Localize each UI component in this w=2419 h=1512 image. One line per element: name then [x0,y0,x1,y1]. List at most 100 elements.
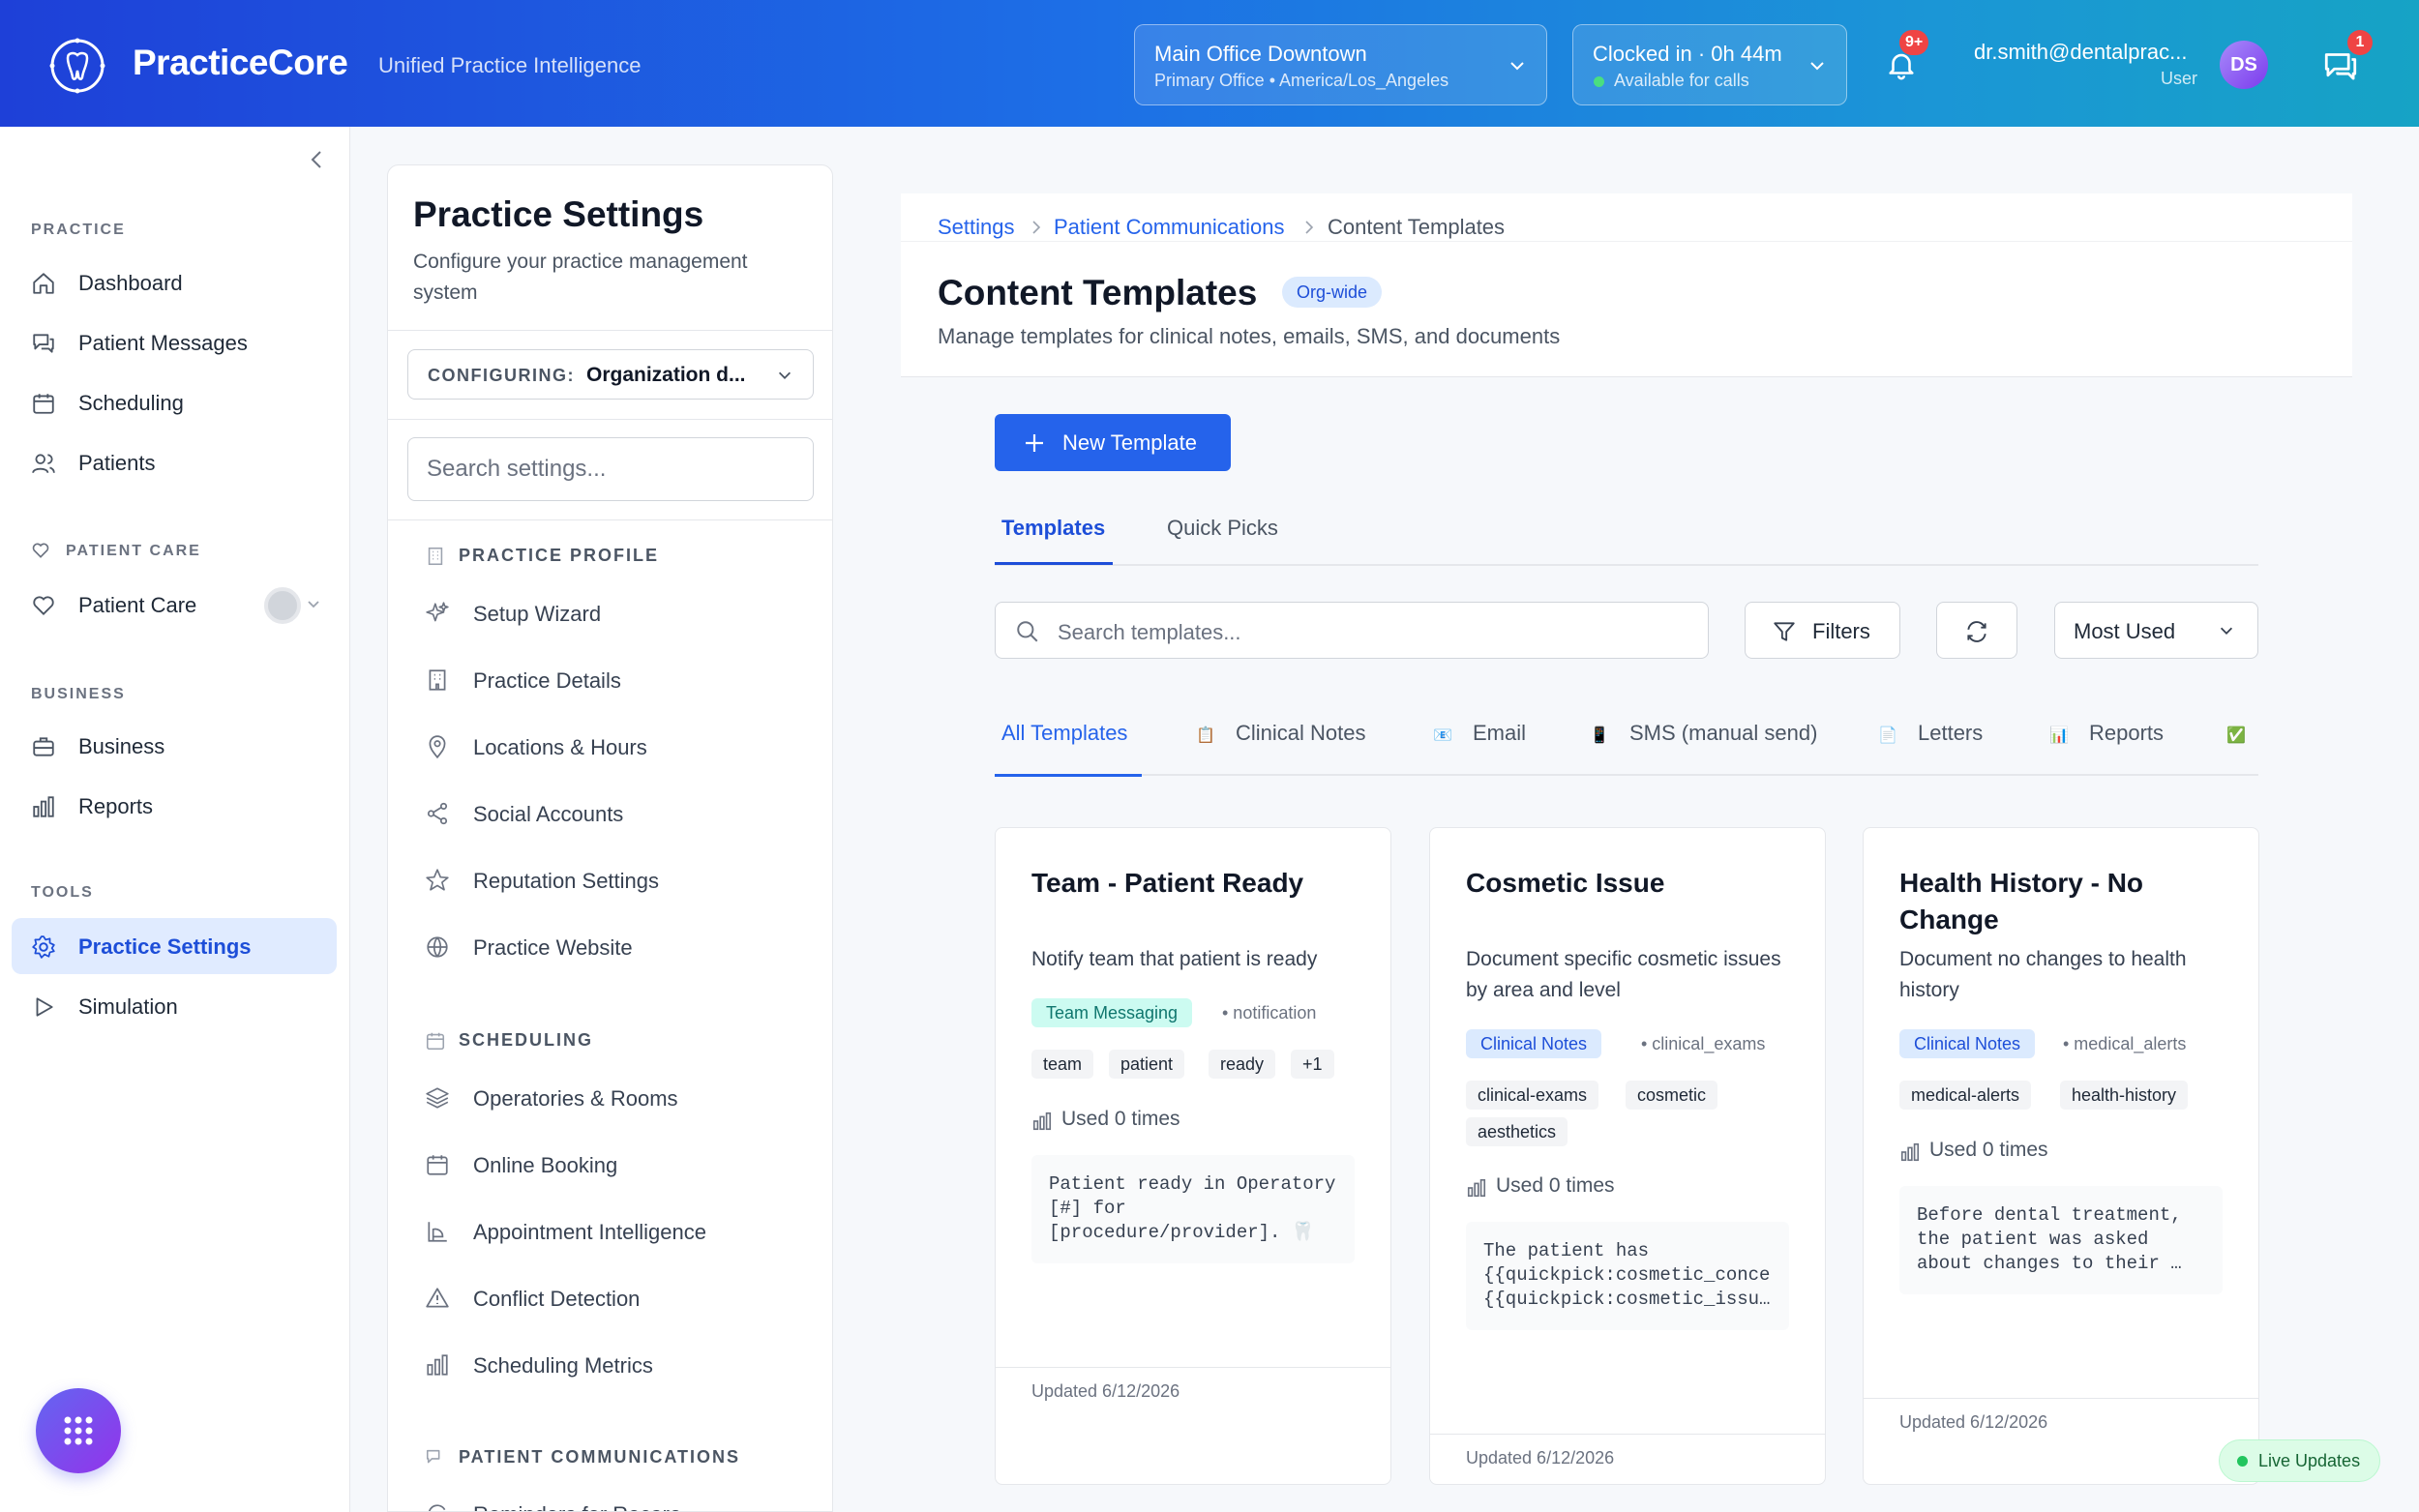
template-description: Notify team that patient is ready [1031,948,1318,970]
settings-panel-title: Practice Settings [413,194,704,234]
tab-quick-picks[interactable]: Quick Picks [1167,516,1278,541]
category-tab-reports[interactable]: 📊 Reports [2049,721,2164,746]
settings-item-reputation-settings[interactable]: Reputation Settings [425,862,812,901]
sidebar-item-business[interactable]: Business [12,718,337,774]
app-launcher-button[interactable] [36,1388,121,1473]
home-icon [31,271,56,296]
top-bar: PracticeCore Unified Practice Intelligen… [0,0,2419,127]
settings-item-label: Setup Wizard [473,602,602,626]
template-card[interactable]: Health History - No Change Document no c… [1863,827,2259,1485]
breadcrumb-link-settings[interactable]: Settings [938,215,1015,240]
sidebar-item-scheduling[interactable]: Scheduling [12,374,337,430]
heart-icon [31,593,56,618]
sidebar-item-simulation[interactable]: Simulation [12,978,337,1034]
briefcase-icon [31,734,56,759]
settings-item-online-booking[interactable]: Online Booking [425,1146,812,1185]
breadcrumb-current: Content Templates [1328,215,1506,239]
settings-item-label: Operatories & Rooms [473,1086,678,1111]
users-icon [31,451,56,476]
configuring-value: Organization d... [586,364,746,386]
divider [388,330,832,331]
template-card[interactable]: Cosmetic Issue Document specific cosmeti… [1429,827,1826,1485]
settings-item-scheduling-metrics[interactable]: Scheduling Metrics [425,1347,812,1385]
category-tab-letters[interactable]: 📄 Letters [1878,721,1983,746]
location-selector[interactable]: Main Office Downtown Primary Office • Am… [1134,24,1547,105]
template-search-input[interactable]: Search templates... [995,602,1709,659]
template-tag: clinical-exams [1466,1081,1599,1110]
chevron-down-icon [776,367,793,384]
settings-item-appointment-intelligence[interactable]: Appointment Intelligence [425,1213,812,1252]
tooth-logo-icon[interactable] [48,37,106,95]
template-search-placeholder: Search templates... [1058,620,1241,644]
template-updated: Updated 6/12/2026 [1899,1412,2048,1432]
availability-status: Available for calls [1614,71,1749,90]
tab-templates[interactable]: Templates [1001,516,1105,541]
live-dot-icon [2237,1456,2248,1467]
toggle-indicator[interactable] [264,587,301,624]
settings-item-practice-details[interactable]: Practice Details [425,662,812,700]
settings-search-input[interactable]: Search settings... [407,437,814,501]
settings-item-setup-wizard[interactable]: Setup Wizard [425,595,812,634]
clock-status: Clocked in · 0h 44m [1593,42,1782,66]
settings-item-social-accounts[interactable]: Social Accounts [425,795,812,834]
refresh-button[interactable] [1936,602,2017,659]
active-tab-indicator [995,562,1113,565]
sidebar-item-patient-care[interactable]: Patient Care [12,577,337,633]
building-icon [425,667,450,693]
user-role: User [2161,69,2198,88]
sidebar-item-dashboard[interactable]: Dashboard [12,254,337,311]
chevron-down-icon [1508,56,1527,75]
new-template-button[interactable]: New Template [995,414,1231,471]
phone-icon: 📱 [1590,727,1609,744]
chevron-down-icon [2218,622,2235,639]
template-preview: Before dental treatment, the patient was… [1899,1186,2223,1294]
settings-item-operatories-rooms[interactable]: Operatories & Rooms [425,1080,812,1118]
template-card[interactable]: Team - Patient Ready Notify team that pa… [995,827,1391,1485]
heart-icon [31,541,50,560]
category-tab-checked[interactable]: ✅ [2226,721,2266,746]
view-tabs: Templates Quick Picks [995,508,2258,566]
sidebar-item-practice-settings[interactable]: Practice Settings [12,918,337,974]
sidebar-item-reports[interactable]: Reports [12,778,337,834]
sidebar-item-label: Reports [78,794,154,818]
settings-item-practice-website[interactable]: Practice Website [425,929,812,967]
star-icon [425,868,450,893]
chevron-down-icon[interactable] [307,599,320,610]
category-tab-email[interactable]: 📧 Email [1433,721,1526,746]
settings-item-locations-hours[interactable]: Locations & Hours [425,728,812,767]
warning-triangle-icon [425,1286,450,1311]
template-title: Health History - No Change [1899,868,2144,934]
settings-item-conflict-detection[interactable]: Conflict Detection [425,1280,812,1319]
category-tab-all[interactable]: All Templates [1001,721,1127,746]
user-email[interactable]: dr.smith@dentalprac... [1974,40,2187,65]
refresh-icon [425,1501,450,1511]
category-tab-sms[interactable]: 📱 SMS (manual send) [1590,721,1817,746]
email-icon: 📧 [1433,727,1452,744]
settings-item-label: Online Booking [473,1153,618,1177]
calendar-icon [425,1152,450,1177]
settings-item-label: Appointment Intelligence [473,1220,706,1244]
page-header: Settings Patient Communications Content … [901,193,2352,377]
settings-item-reminders-recare[interactable]: Reminders for Recare [425,1496,812,1511]
template-footer: Updated 6/12/2026 [1864,1398,2258,1484]
category-tab-clinical-notes[interactable]: 📋 Clinical Notes [1196,721,1366,746]
avatar[interactable]: DS [2220,41,2268,89]
chart-icon: 📊 [2049,727,2069,744]
sidebar-item-patient-messages[interactable]: Patient Messages [12,314,337,371]
template-preview: The patient has {{quickpick:cosmetic_con… [1466,1222,1789,1330]
new-template-label: New Template [1062,430,1197,455]
sort-select[interactable]: Most Used [2054,602,2258,659]
sidebar-item-label: Practice Settings [78,934,252,959]
breadcrumb-link-patient-communications[interactable]: Patient Communications [1054,215,1284,240]
clipboard-icon: 📋 [1196,727,1215,744]
template-tag: +1 [1291,1050,1334,1079]
sidebar-item-patients[interactable]: Patients [12,434,337,490]
location-name: Main Office Downtown [1154,42,1367,66]
template-tag: health-history [2060,1081,2189,1110]
configuring-selector[interactable]: CONFIGURING: Organization d... [407,349,814,400]
page-title: Content Templates [938,273,1258,312]
clock-status-selector[interactable]: Clocked in · 0h 44m Available for calls [1572,24,1847,105]
bar-chart-icon [1031,1111,1053,1132]
collapse-sidebar-icon[interactable] [307,148,326,171]
filters-button[interactable]: Filters [1745,602,1900,659]
